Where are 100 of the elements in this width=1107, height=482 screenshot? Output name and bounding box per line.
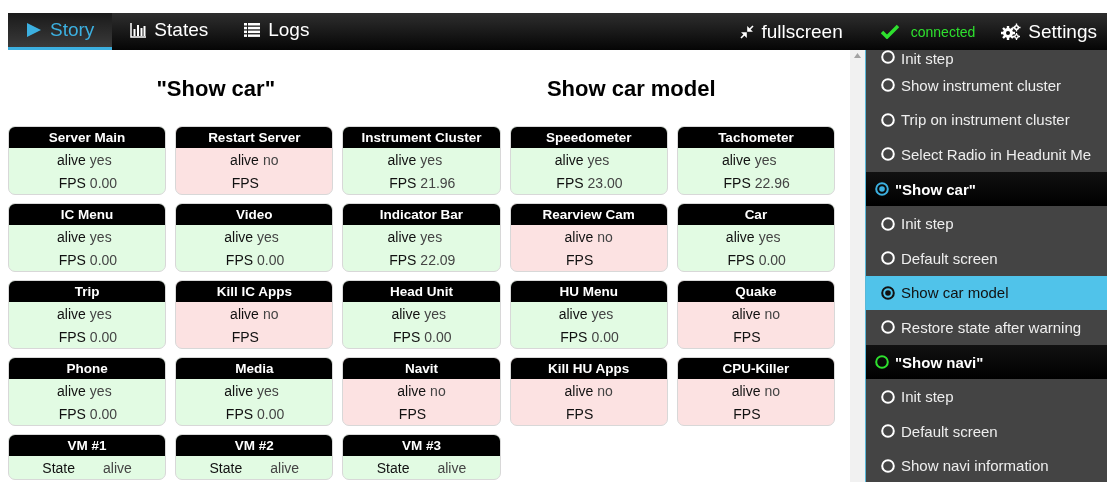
radio-icon xyxy=(881,320,895,335)
step-item[interactable]: Trip on instrument cluster xyxy=(866,102,1107,138)
radio-icon xyxy=(881,147,895,162)
field-value: no xyxy=(261,150,280,170)
settings-button[interactable]: Settings xyxy=(989,13,1107,50)
field-value: yes xyxy=(753,150,778,170)
card-title: Head Unit xyxy=(343,281,500,302)
field-value: 0.00 xyxy=(757,250,787,270)
nav-tab[interactable]: Logs xyxy=(226,13,328,50)
step-item[interactable]: Init step xyxy=(866,206,1107,241)
card-title: VM #1 xyxy=(9,435,166,456)
field-label: alive xyxy=(557,304,589,324)
field-label: alive xyxy=(56,304,87,324)
field-label: FPS xyxy=(555,173,585,193)
field-label: FPS xyxy=(57,250,87,270)
field-value: no xyxy=(763,304,782,324)
step-item[interactable]: Default screen xyxy=(866,240,1107,276)
radio-icon xyxy=(881,78,895,93)
field-label: State xyxy=(208,458,244,478)
compress-icon xyxy=(740,24,755,39)
field-value: yes xyxy=(88,381,113,401)
radio-icon xyxy=(881,112,895,127)
field-label: alive xyxy=(396,381,428,401)
field-value: 0.00 xyxy=(423,327,453,347)
field-label: alive xyxy=(56,227,87,247)
radio-icon xyxy=(881,458,895,473)
card-title: Video xyxy=(176,204,333,225)
nav-tab[interactable]: Story xyxy=(8,13,113,50)
field-value: no xyxy=(261,304,280,324)
nav-tab[interactable]: States xyxy=(112,13,227,50)
field-value: yes xyxy=(586,150,611,170)
field-label: FPS xyxy=(559,327,589,347)
step-item[interactable]: Init step xyxy=(866,50,1107,68)
field-label: alive xyxy=(56,381,87,401)
field-value: 22.96 xyxy=(753,173,791,193)
field-value: no xyxy=(596,227,614,247)
field-value: alive xyxy=(436,458,468,478)
step-item[interactable]: Restore state after warning xyxy=(866,310,1107,345)
step-item[interactable]: Default screen xyxy=(866,413,1107,449)
radio-icon xyxy=(881,216,895,231)
radio-icon xyxy=(881,424,895,439)
radio-icon xyxy=(881,389,895,404)
field-label: FPS xyxy=(224,404,255,424)
section-heading: Show car model xyxy=(545,75,717,102)
field-label: FPS xyxy=(230,173,260,193)
field-label: alive xyxy=(730,304,762,324)
list-icon xyxy=(244,23,261,37)
card-title: CPU-Killer xyxy=(677,358,834,379)
field-label: FPS xyxy=(397,404,428,424)
card-title: Restart Server xyxy=(176,127,333,148)
card-title: Server Main xyxy=(9,127,166,148)
field-label: alive xyxy=(720,150,752,170)
field-label: FPS xyxy=(57,327,87,347)
field-value: yes xyxy=(256,227,280,247)
step-item[interactable]: Select Radio in Headunit Me xyxy=(866,137,1107,172)
field-value: yes xyxy=(256,381,280,401)
step-item[interactable]: Show car model xyxy=(866,275,1107,311)
field-value: yes xyxy=(88,304,113,324)
field-value: 22.09 xyxy=(419,250,457,270)
card-title: Navit xyxy=(343,358,500,379)
step-item[interactable]: Show navi information xyxy=(866,448,1107,482)
field-label: alive xyxy=(563,227,595,247)
card-title: VM #3 xyxy=(343,435,500,456)
fullscreen-button[interactable]: fullscreen xyxy=(728,13,855,50)
field-label: FPS xyxy=(732,327,762,347)
card-title: Instrument Cluster xyxy=(343,127,500,148)
field-label: FPS xyxy=(726,250,756,270)
field-value: yes xyxy=(88,227,113,247)
field-label: State xyxy=(375,458,411,478)
card-title: Quake xyxy=(677,281,834,302)
connection-status: connected xyxy=(868,13,976,50)
story-header[interactable]: "Show car" xyxy=(866,171,1107,207)
radio-icon xyxy=(881,50,895,64)
step-item[interactable]: Show instrument cluster xyxy=(866,68,1107,103)
field-value: 0.00 xyxy=(256,404,286,424)
field-value: 0.00 xyxy=(590,327,620,347)
field-label: alive xyxy=(223,381,255,401)
field-label: alive xyxy=(386,227,418,247)
card-title: Rearview Cam xyxy=(510,204,667,225)
field-value: no xyxy=(596,381,614,401)
scroll-up-icon[interactable] xyxy=(854,53,861,58)
card-title: HU Menu xyxy=(510,281,667,302)
field-value: 0.00 xyxy=(88,173,119,193)
card-title: Trip xyxy=(9,281,166,302)
field-label: alive xyxy=(563,381,595,401)
card-title: Phone xyxy=(9,358,166,379)
step-item[interactable]: Init step xyxy=(866,379,1107,414)
card-title: Media xyxy=(176,358,333,379)
card-title: IC Menu xyxy=(9,204,166,225)
section-heading: "Show car" xyxy=(155,75,277,102)
field-value: 0.00 xyxy=(88,404,119,424)
card-title: Indicator Bar xyxy=(343,204,500,225)
field-label: alive xyxy=(390,304,422,324)
field-label: FPS xyxy=(392,327,422,347)
field-label: alive xyxy=(56,150,87,170)
field-label: FPS xyxy=(57,173,87,193)
field-value: 0.00 xyxy=(256,250,286,270)
bar-chart-icon xyxy=(130,22,147,38)
story-header[interactable]: "Show navi" xyxy=(866,344,1107,380)
field-label: FPS xyxy=(224,250,255,270)
